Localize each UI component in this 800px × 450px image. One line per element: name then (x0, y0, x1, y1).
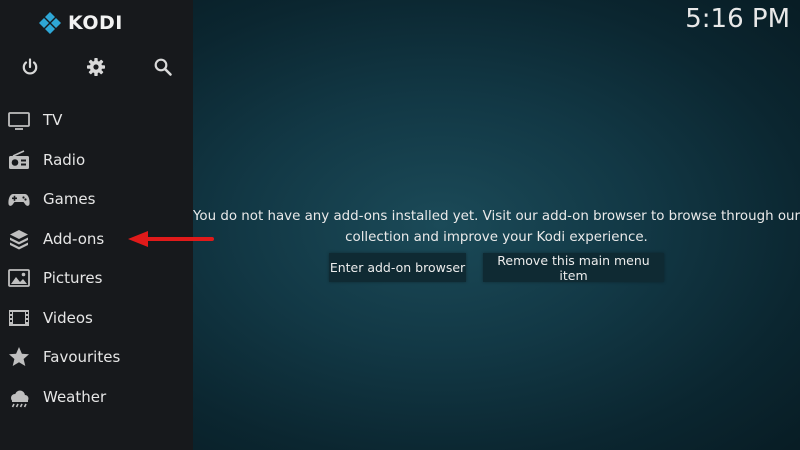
box-icon (7, 227, 31, 251)
sidebar-item-pictures[interactable]: Pictures (0, 260, 193, 296)
sidebar-item-label: Favourites (43, 348, 121, 366)
sidebar: KODI TV Radio Games Add-ons Pictures Vid… (0, 0, 193, 450)
message-line: collection and improve your Kodi experie… (345, 230, 648, 245)
search-icon (154, 58, 172, 76)
gamepad-icon (7, 187, 31, 211)
kodi-logo-icon (39, 12, 61, 34)
search-button[interactable] (152, 56, 174, 78)
sidebar-item-games[interactable]: Games (0, 181, 193, 217)
sidebar-item-label: TV (43, 111, 63, 129)
sidebar-item-label: Radio (43, 151, 86, 169)
clock: 5:16 PM (685, 4, 790, 34)
sidebar-item-radio[interactable]: Radio (0, 142, 193, 178)
film-icon (7, 306, 31, 330)
enter-addon-browser-button[interactable]: Enter add-on browser (329, 253, 466, 282)
sidebar-item-label: Add-ons (43, 230, 105, 248)
kodi-logo-text: KODI (68, 12, 123, 34)
power-button[interactable] (19, 56, 41, 78)
sidebar-item-favourites[interactable]: Favourites (0, 339, 193, 375)
sidebar-item-label: Videos (43, 309, 93, 327)
radio-icon (7, 148, 31, 172)
tv-icon (7, 108, 31, 132)
empty-addons-message: You do not have any add-ons installed ye… (193, 206, 800, 248)
sidebar-item-label: Games (43, 190, 96, 208)
picture-icon (7, 266, 31, 290)
kodi-logo: KODI (38, 11, 123, 35)
power-icon (22, 58, 38, 75)
sidebar-item-label: Weather (43, 388, 107, 406)
settings-button[interactable] (85, 56, 107, 78)
sidebar-item-videos[interactable]: Videos (0, 300, 193, 336)
message-line: You do not have any add-ons installed ye… (193, 209, 800, 224)
sidebar-item-tv[interactable]: TV (0, 102, 193, 138)
weather-icon (7, 385, 31, 409)
star-icon (7, 345, 31, 369)
sidebar-item-label: Pictures (43, 269, 103, 287)
remove-menu-item-button[interactable]: Remove this main menu item (483, 253, 664, 283)
sidebar-item-weather[interactable]: Weather (0, 379, 193, 415)
kodi-home-screen: KODI TV Radio Games Add-ons Pictures Vid… (0, 0, 800, 450)
gear-icon (87, 58, 105, 76)
